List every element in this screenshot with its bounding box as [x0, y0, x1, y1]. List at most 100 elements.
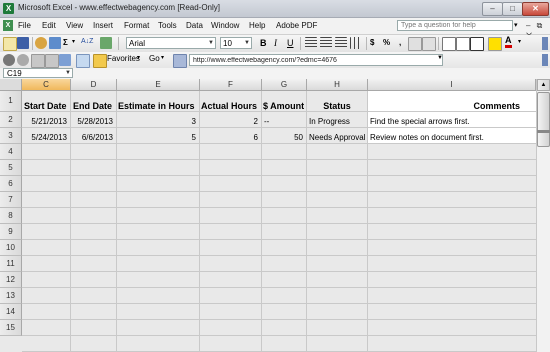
cell-comments-header[interactable]: Comments: [370, 101, 520, 111]
autosum-icon[interactable]: Σ: [63, 38, 68, 47]
row-header-1[interactable]: 1: [0, 91, 22, 112]
row-header-11[interactable]: 11: [0, 256, 22, 272]
italic-button[interactable]: I: [274, 38, 277, 48]
chevron-down-icon[interactable]: ▾: [161, 54, 164, 61]
cell-amount[interactable]: 50: [262, 133, 303, 142]
help-search-input[interactable]: [397, 20, 513, 31]
column-header-g[interactable]: G: [262, 79, 307, 91]
show-web-toolbar-icon[interactable]: [173, 54, 187, 68]
favorites-menu[interactable]: Favorites: [107, 54, 140, 63]
menu-insert[interactable]: Insert: [93, 21, 113, 30]
align-center-icon[interactable]: [320, 37, 332, 49]
font-size-select[interactable]: 10 ▼: [220, 37, 252, 49]
cell-start-date[interactable]: 5/24/2013: [22, 133, 67, 142]
menu-help[interactable]: Help: [249, 21, 265, 30]
home-icon[interactable]: [59, 54, 71, 66]
comma-style-button[interactable]: ,: [399, 38, 401, 47]
row-header-9[interactable]: 9: [0, 224, 22, 240]
scrollbar-thumb[interactable]: [537, 92, 550, 147]
back-icon[interactable]: [3, 54, 15, 66]
row-header-6[interactable]: 6: [0, 176, 22, 192]
minimize-button[interactable]: –: [482, 2, 503, 16]
menu-format[interactable]: Format: [124, 21, 149, 30]
cell-status[interactable]: In Progress: [309, 117, 350, 126]
toolbar-options-icon[interactable]: [542, 37, 548, 50]
excel-app-icon[interactable]: X: [3, 3, 14, 14]
worksheet-grid[interactable]: C D E F G H I 1 2 3 4 5 6 7 8 9 10 11 12…: [0, 79, 536, 352]
address-input[interactable]: [189, 54, 443, 66]
cell-actual-hours[interactable]: 6: [200, 133, 258, 142]
fill-color-icon[interactable]: [488, 37, 502, 51]
column-header-d[interactable]: D: [71, 79, 117, 91]
cell-comments[interactable]: Review notes on document first.: [370, 133, 484, 142]
save-icon[interactable]: [17, 37, 29, 49]
cell-start-date[interactable]: 5/21/2013: [22, 117, 67, 126]
maximize-button[interactable]: □: [502, 2, 523, 16]
column-header-f[interactable]: F: [200, 79, 262, 91]
bold-button[interactable]: B: [260, 38, 267, 48]
merge-center-icon[interactable]: [350, 37, 362, 49]
menu-data[interactable]: Data: [186, 21, 203, 30]
print-icon[interactable]: [49, 37, 61, 49]
row-header-5[interactable]: 5: [0, 160, 22, 176]
cell-estimate[interactable]: 3: [117, 117, 196, 126]
scroll-up-arrow-icon[interactable]: ▲: [537, 79, 550, 91]
chevron-down-icon[interactable]: ▼: [437, 55, 443, 61]
row-header-4[interactable]: 4: [0, 144, 22, 160]
font-color-button[interactable]: A: [505, 36, 512, 48]
row-header-7[interactable]: 7: [0, 192, 22, 208]
chevron-down-icon[interactable]: ▾: [518, 38, 521, 45]
split-box-handle[interactable]: [537, 130, 550, 133]
cell-comments[interactable]: Find the special arrows first.: [370, 117, 470, 126]
favorites-icon[interactable]: [93, 54, 107, 68]
select-all-button[interactable]: [0, 79, 22, 91]
cell-end-date[interactable]: 5/28/2013: [71, 117, 113, 126]
sort-ascending-icon[interactable]: A↓Z: [81, 38, 93, 45]
cell-estimate[interactable]: 5: [117, 133, 196, 142]
menu-tools[interactable]: Tools: [158, 21, 177, 30]
align-right-icon[interactable]: [335, 37, 347, 49]
menu-file[interactable]: File: [18, 21, 31, 30]
search-web-icon[interactable]: [76, 54, 90, 68]
dropdown-arrow-icon[interactable]: ▾: [72, 38, 75, 45]
chart-icon[interactable]: [100, 37, 112, 49]
row-header-15[interactable]: 15: [0, 320, 22, 336]
font-name-select[interactable]: Arial ▼: [126, 37, 216, 49]
increase-decimal-icon[interactable]: [408, 37, 422, 51]
toolbar-options-icon[interactable]: [542, 54, 548, 66]
row-header-10[interactable]: 10: [0, 240, 22, 256]
menu-edit[interactable]: Edit: [42, 21, 56, 30]
cell-actual-hours[interactable]: 2: [200, 117, 258, 126]
cell-start-date-header[interactable]: Start Date: [24, 101, 67, 111]
row-header-13[interactable]: 13: [0, 288, 22, 304]
cell-status-header[interactable]: Status: [307, 101, 367, 111]
workbook-icon[interactable]: X: [3, 20, 13, 31]
cell-estimate-header[interactable]: Estimate in Hours: [118, 101, 195, 111]
research-icon[interactable]: [35, 37, 47, 49]
align-left-icon[interactable]: [305, 37, 317, 49]
borders-icon[interactable]: [470, 37, 484, 51]
row-header-3[interactable]: 3: [0, 128, 22, 144]
indent-icon[interactable]: [442, 37, 456, 51]
row-header-12[interactable]: 12: [0, 272, 22, 288]
help-dropdown-icon[interactable]: ▾: [514, 20, 522, 31]
cell-amount-header[interactable]: $ Amount: [263, 101, 304, 111]
currency-button[interactable]: $: [370, 38, 374, 47]
cell-actual-hours-header[interactable]: Actual Hours: [201, 101, 257, 111]
cell-amount[interactable]: --: [264, 117, 269, 126]
cell-end-date-header[interactable]: End Date: [73, 101, 112, 111]
column-header-c[interactable]: C: [22, 79, 71, 91]
name-box[interactable]: C19 ▼: [3, 68, 73, 78]
percent-button[interactable]: %: [383, 38, 390, 47]
refresh-icon[interactable]: [45, 54, 59, 68]
go-menu[interactable]: Go: [149, 54, 160, 63]
cell-status[interactable]: Needs Approval: [309, 133, 365, 142]
row-header-14[interactable]: 14: [0, 304, 22, 320]
menu-view[interactable]: View: [66, 21, 83, 30]
underline-button[interactable]: U: [287, 38, 294, 48]
column-header-e[interactable]: E: [117, 79, 200, 91]
close-button[interactable]: ✕: [522, 2, 549, 16]
column-header-h[interactable]: H: [307, 79, 368, 91]
forward-icon[interactable]: [17, 54, 29, 66]
new-icon[interactable]: [3, 37, 17, 51]
